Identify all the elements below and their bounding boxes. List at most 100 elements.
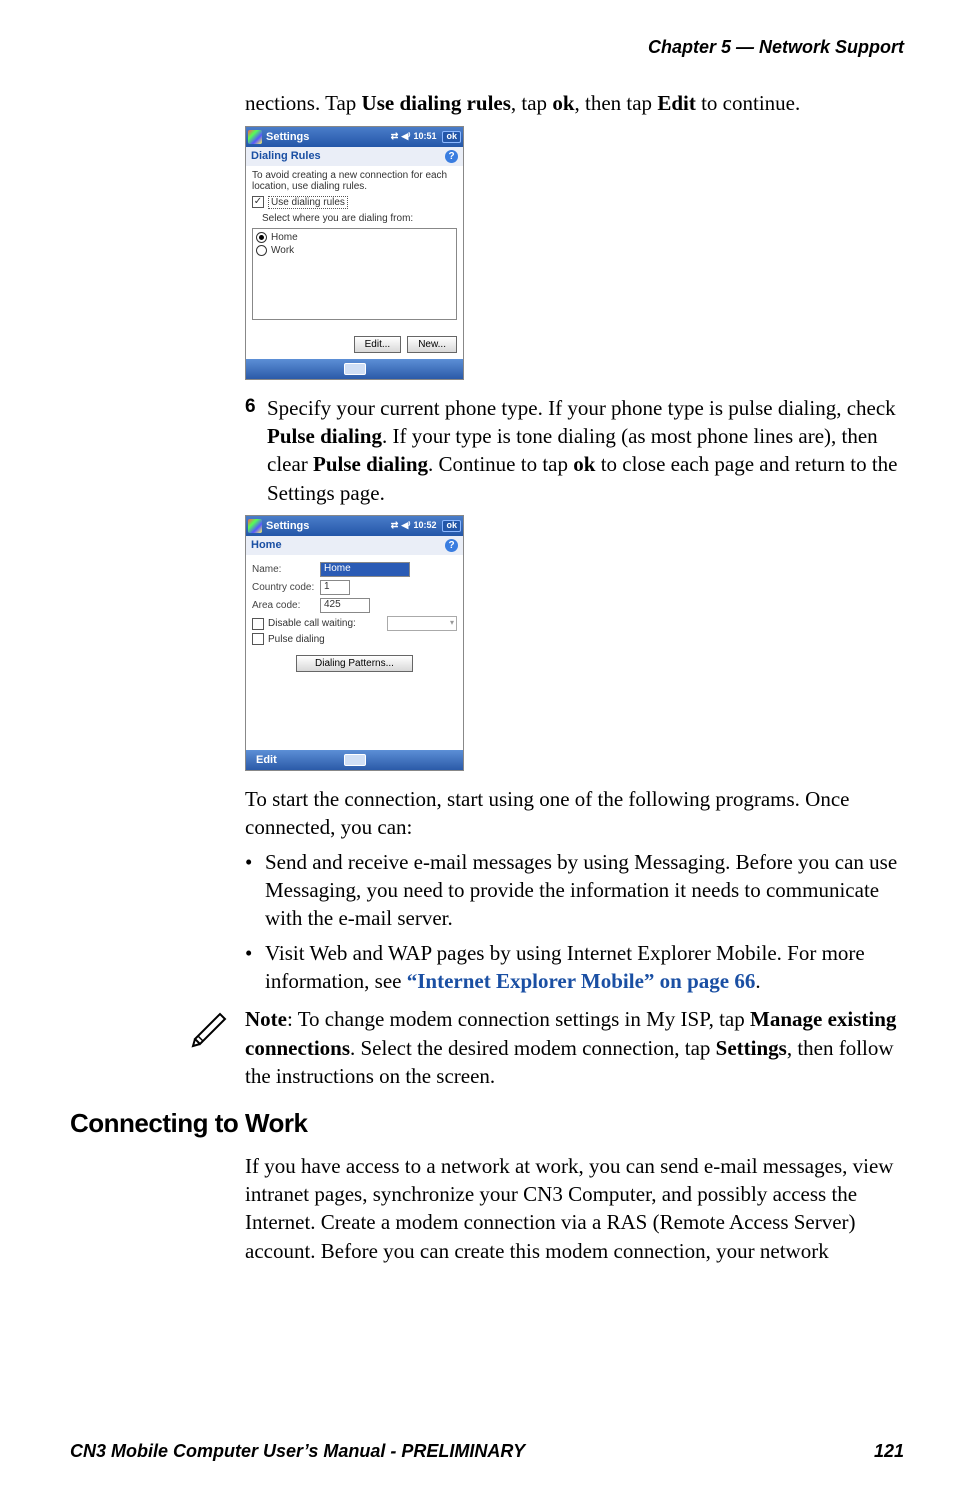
wm2-center-btn-row: Dialing Patterns... xyxy=(252,655,457,672)
wm1-use-dialing-label: Use dialing rules xyxy=(268,196,348,209)
intro-bold-ok: ok xyxy=(552,91,574,115)
wm2-softbar: Edit xyxy=(246,750,463,770)
wm2-disable-row[interactable]: Disable call waiting: ▾ xyxy=(252,616,457,631)
keyboard-icon[interactable] xyxy=(344,363,366,375)
wm1-time: 10:51 xyxy=(413,132,436,142)
screenshot-dialing-rules: Settings ⇄ ◀⁾ 10:51 ok Dialing Rules ? T… xyxy=(245,126,464,380)
wm1-titlebar: Settings ⇄ ◀⁾ 10:51 ok xyxy=(246,127,463,147)
wm1-radio-home-row[interactable]: Home xyxy=(256,232,453,243)
step-6: 6 Specify your current phone type. If yo… xyxy=(245,394,904,507)
bullet-dot: • xyxy=(245,939,265,996)
intro-text-c: , then tap xyxy=(575,91,658,115)
note-c: . Select the desired modem connection, t… xyxy=(350,1036,716,1060)
link-internet-explorer-mobile[interactable]: “Internet Explorer Mobile” on page 66 xyxy=(407,969,756,993)
bullet-dot: • xyxy=(245,848,265,933)
wm2-area-input[interactable]: 425 xyxy=(320,598,370,613)
radio-unselected-icon[interactable] xyxy=(256,245,267,256)
wm2-titlebar: Settings ⇄ ◀⁾ 10:52 ok xyxy=(246,516,463,536)
section-heading-connecting-to-work: Connecting to Work xyxy=(70,1106,904,1141)
step6-bold-pulse1: Pulse dialing xyxy=(267,424,382,448)
intro-bold-edit: Edit xyxy=(657,91,696,115)
wm2-body: Name: Home Country code: 1 Area code: 42… xyxy=(246,555,463,750)
step6-a: Specify your current phone type. If your… xyxy=(267,396,896,420)
wm1-subhead-text: Dialing Rules xyxy=(251,150,321,162)
note-a: : To change modem connection settings in… xyxy=(287,1007,750,1031)
wm2-name-row: Name: Home xyxy=(252,562,457,577)
signal-icon: ⇄ xyxy=(391,521,399,531)
keyboard-icon[interactable] xyxy=(344,754,366,766)
note-block: Note: To change modem connection setting… xyxy=(190,1005,904,1090)
checkbox-empty-icon[interactable] xyxy=(252,618,264,630)
wm2-ok-button[interactable]: ok xyxy=(442,520,461,532)
note-text: Note: To change modem connection setting… xyxy=(245,1005,904,1090)
wm1-body: To avoid creating a new connection for e… xyxy=(246,166,463,336)
bullet-2: • Visit Web and WAP pages by using Inter… xyxy=(245,939,904,996)
start-icon xyxy=(248,519,262,533)
intro-paragraph: nections. Tap Use dialing rules, tap ok,… xyxy=(245,89,904,117)
wm1-tray: ⇄ ◀⁾ 10:51 ok xyxy=(391,131,461,143)
wm1-button-row: Edit... New... xyxy=(246,336,463,359)
step6-bold-pulse2: Pulse dialing xyxy=(313,452,428,476)
help-icon[interactable]: ? xyxy=(445,539,458,552)
wm2-subheader: Home ? xyxy=(246,536,463,555)
wm2-name-label: Name: xyxy=(252,564,320,575)
signal-icon: ⇄ xyxy=(391,132,399,142)
running-header: Chapter 5 — Network Support xyxy=(70,35,904,59)
footer-page-number: 121 xyxy=(874,1439,904,1463)
wm2-name-input[interactable]: Home xyxy=(320,562,410,577)
start-icon xyxy=(248,130,262,144)
wm1-radio-work-row[interactable]: Work xyxy=(256,245,453,256)
wm2-pulse-label: Pulse dialing xyxy=(268,634,325,645)
radio-selected-icon[interactable] xyxy=(256,232,267,243)
wm2-country-row: Country code: 1 xyxy=(252,580,457,595)
wm1-radio-list: Home Work xyxy=(252,228,457,320)
intro-bold-use-dialing: Use dialing rules xyxy=(362,91,511,115)
wm2-area-row: Area code: 425 xyxy=(252,598,457,613)
wm2-soft-edit[interactable]: Edit xyxy=(256,754,277,766)
wm1-use-dialing-row[interactable]: ✓ Use dialing rules xyxy=(252,196,457,209)
volume-icon: ◀⁾ xyxy=(401,521,410,531)
step6-bold-ok: ok xyxy=(573,452,595,476)
wm1-edit-button[interactable]: Edit... xyxy=(354,336,402,353)
step-6-text: Specify your current phone type. If your… xyxy=(267,394,904,507)
footer-left: CN3 Mobile Computer User’s Manual - PREL… xyxy=(70,1439,525,1463)
wm1-select-prompt: Select where you are dialing from: xyxy=(262,213,457,224)
wm2-tray: ⇄ ◀⁾ 10:52 ok xyxy=(391,520,461,532)
wm1-ok-button[interactable]: ok xyxy=(442,131,461,143)
intro-text-d: to continue. xyxy=(696,91,800,115)
intro-text-a: nections. Tap xyxy=(245,91,362,115)
wm1-softbar xyxy=(246,359,463,379)
wm2-country-label: Country code: xyxy=(252,582,320,593)
bullet-1-text: Send and receive e-mail messages by usin… xyxy=(265,848,904,933)
note-bold-settings: Settings xyxy=(716,1036,787,1060)
wm2-time: 10:52 xyxy=(413,521,436,531)
wm2-disable-label: Disable call waiting: xyxy=(268,618,387,629)
bullet-1: • Send and receive e-mail messages by us… xyxy=(245,848,904,933)
bullet2-b: . xyxy=(755,969,760,993)
step-6-number: 6 xyxy=(245,394,267,507)
step6-d: . Continue to tap xyxy=(428,452,573,476)
help-icon[interactable]: ? xyxy=(445,150,458,163)
checkbox-empty-icon[interactable] xyxy=(252,633,264,645)
connecting-to-work-paragraph: If you have access to a network at work,… xyxy=(245,1152,904,1265)
wm1-radio-home-label: Home xyxy=(271,232,298,243)
after-screenshot-paragraph: To start the connection, start using one… xyxy=(245,785,904,842)
wm2-disable-select[interactable]: ▾ xyxy=(387,616,457,631)
volume-icon: ◀⁾ xyxy=(401,132,410,142)
intro-text-b: , tap xyxy=(511,91,552,115)
wm1-title: Settings xyxy=(266,131,391,143)
wm2-subhead-text: Home xyxy=(251,539,282,551)
wm2-pulse-row[interactable]: Pulse dialing xyxy=(252,633,457,645)
wm1-subheader: Dialing Rules ? xyxy=(246,147,463,166)
wm2-dialing-patterns-button[interactable]: Dialing Patterns... xyxy=(296,655,413,672)
wm1-note-text: To avoid creating a new connection for e… xyxy=(252,170,457,192)
note-bold-label: Note xyxy=(245,1007,287,1031)
checkbox-checked-icon[interactable]: ✓ xyxy=(252,196,264,208)
wm2-area-label: Area code: xyxy=(252,600,320,611)
wm1-new-button[interactable]: New... xyxy=(407,336,457,353)
page-footer: CN3 Mobile Computer User’s Manual - PREL… xyxy=(70,1439,904,1463)
wm2-country-input[interactable]: 1 xyxy=(320,580,350,595)
wm2-title: Settings xyxy=(266,520,391,532)
screenshot-home-settings: Settings ⇄ ◀⁾ 10:52 ok Home ? Name: Home xyxy=(245,515,464,771)
note-icon xyxy=(190,1005,245,1049)
